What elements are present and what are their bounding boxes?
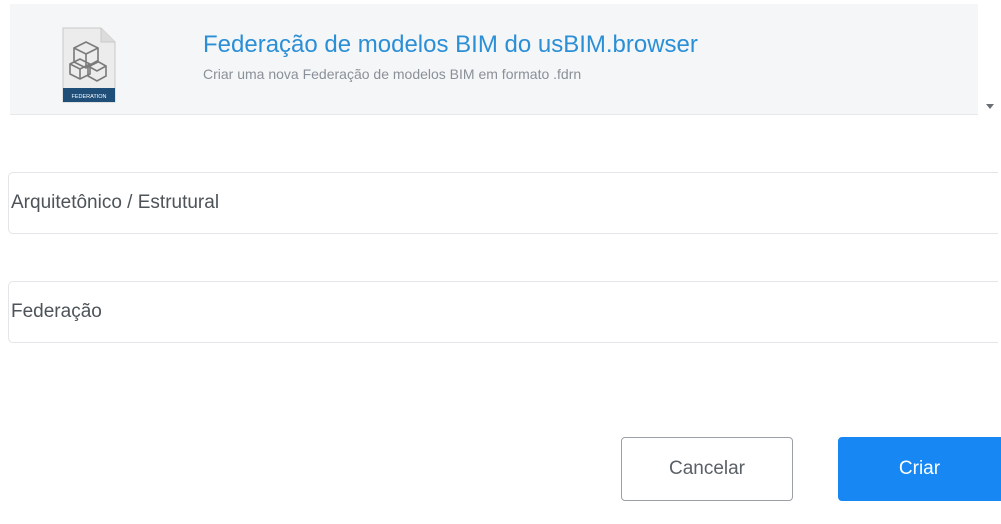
federation-name-field[interactable] — [8, 281, 998, 343]
federation-file-icon: FEDERATION — [58, 26, 118, 104]
template-description: Criar uma nova Federação de modelos BIM … — [203, 66, 582, 82]
create-federation-dialog: FEDERATION Federação de modelos BIM do u… — [0, 0, 1001, 524]
category-field[interactable] — [8, 172, 998, 234]
template-title[interactable]: Federação de modelos BIM do usBIM.browse… — [203, 31, 698, 59]
cancel-button[interactable]: Cancelar — [621, 437, 793, 501]
federation-name-input[interactable] — [9, 282, 998, 342]
federation-badge-text: FEDERATION — [71, 94, 106, 100]
category-input[interactable] — [9, 173, 998, 233]
scroll-down-icon[interactable] — [986, 104, 994, 109]
template-list[interactable]: FEDERATION Federação de modelos BIM do u… — [10, 4, 978, 115]
create-button[interactable]: Criar — [838, 437, 1001, 501]
